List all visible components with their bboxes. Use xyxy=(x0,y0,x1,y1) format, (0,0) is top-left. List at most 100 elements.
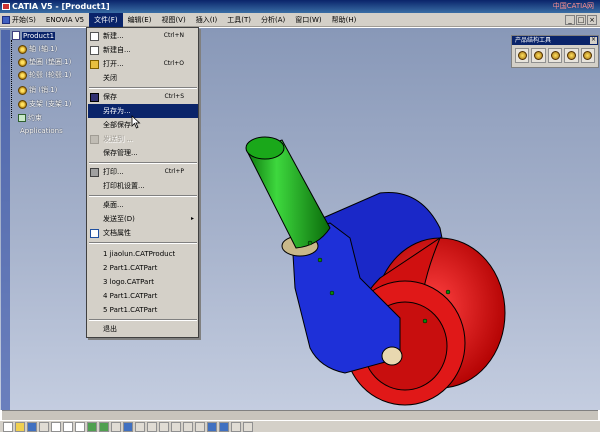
maximize-button[interactable]: □ xyxy=(576,15,586,25)
menu-tools[interactable]: 工具(T) xyxy=(222,13,256,27)
menu-item-save-management[interactable]: 保存管理... xyxy=(88,146,198,160)
menu-view[interactable]: 视图(V) xyxy=(156,13,190,27)
menu-item-close[interactable]: 关闭 xyxy=(88,71,198,85)
new-document-icon[interactable] xyxy=(3,422,13,432)
menu-item-recent-3[interactable]: 3 logo.CATPart xyxy=(88,275,198,289)
pin-part xyxy=(381,346,403,366)
menu-separator xyxy=(89,242,197,244)
gear-icon xyxy=(18,99,27,109)
menu-item-save[interactable]: 保存 Ctrl+S xyxy=(88,90,198,104)
tree-node-constraints[interactable]: 约束 xyxy=(18,113,42,123)
tree-node-label: 轴 (轴.1) xyxy=(29,45,58,53)
file-menu-dropdown: 新建... Ctrl+N 新建自... 打开... Ctrl+O 关闭 保存 Ctrl… xyxy=(86,27,199,338)
insert-component-icon[interactable] xyxy=(515,48,530,63)
menu-item-save-all[interactable]: 全部保存 xyxy=(88,118,198,132)
copy-icon[interactable] xyxy=(63,422,73,432)
menu-item-recent-5[interactable]: 5 Part1.CATPart xyxy=(88,303,198,317)
send-icon xyxy=(90,135,99,144)
undo-icon[interactable] xyxy=(87,422,97,432)
product-structure-toolbar: 产品结构工具 × xyxy=(511,35,599,68)
tree-root[interactable]: Product1 xyxy=(12,31,56,40)
menu-file[interactable]: 文件(F) xyxy=(89,12,123,27)
horizontal-scrollbar[interactable] xyxy=(2,410,598,420)
minimize-button[interactable]: _ xyxy=(565,15,575,25)
menu-item-recent-2[interactable]: 2 Part1.CATPart xyxy=(88,261,198,275)
iso-view-icon[interactable] xyxy=(207,422,217,432)
pan-icon[interactable] xyxy=(147,422,157,432)
submenu-arrow-icon: ▸ xyxy=(190,215,194,222)
tree-node-applications[interactable]: Applications xyxy=(20,127,63,135)
tree-node-label: 支架 (支架.1) xyxy=(29,100,72,108)
fit-all-icon[interactable] xyxy=(135,422,145,432)
menu-item-new-from[interactable]: 新建自... xyxy=(88,43,198,57)
fly-mode-icon[interactable] xyxy=(123,422,133,432)
bottom-toolbar xyxy=(0,420,600,432)
start-icon xyxy=(2,15,10,24)
menu-separator xyxy=(89,319,197,321)
replace-component-icon[interactable] xyxy=(564,48,579,63)
mouse-cursor-icon xyxy=(131,115,141,129)
menu-edit[interactable]: 编辑(E) xyxy=(123,13,157,27)
new-from-icon xyxy=(90,46,99,55)
menu-help[interactable]: 帮助(H) xyxy=(327,13,362,27)
menu-bar: 开始(S) ENOVIA V5 文件(F) 编辑(E) 视图(V) 插入(I) … xyxy=(0,12,600,27)
tree-node-hub[interactable]: 轮毂 (轮毂.1) xyxy=(18,70,71,80)
menu-enovia[interactable]: ENOVIA V5 xyxy=(41,13,89,27)
menu-insert[interactable]: 插入(I) xyxy=(191,13,223,27)
menu-item-document-properties[interactable]: 文档属性 xyxy=(88,226,198,240)
tree-node-shaft[interactable]: 轴 (轴.1) xyxy=(18,44,57,54)
paste-icon[interactable] xyxy=(75,422,85,432)
menu-item-new[interactable]: 新建... Ctrl+N xyxy=(88,29,198,43)
hide-show-icon[interactable] xyxy=(231,422,241,432)
menu-item-save-as[interactable]: 另存为... xyxy=(88,104,198,118)
tree-node-washer[interactable]: 垫圈 (垫圈.1) xyxy=(18,57,71,67)
print-icon[interactable] xyxy=(39,422,49,432)
open-folder-icon xyxy=(90,60,99,69)
zoom-out-icon[interactable] xyxy=(183,422,193,432)
whats-this-icon[interactable] xyxy=(111,422,121,432)
cut-icon[interactable] xyxy=(51,422,61,432)
gear-icon xyxy=(18,44,27,54)
menu-separator xyxy=(89,87,197,89)
constraints-icon xyxy=(18,114,26,122)
gear-icon xyxy=(18,57,27,67)
menu-item-send-to[interactable]: 发送至(D) ▸ xyxy=(88,212,198,226)
shading-icon[interactable] xyxy=(219,422,229,432)
catia-app-icon xyxy=(2,3,10,10)
zoom-in-icon[interactable] xyxy=(171,422,181,432)
redo-icon[interactable] xyxy=(99,422,109,432)
graph-tree-icon[interactable] xyxy=(580,48,596,63)
menu-separator xyxy=(89,195,197,197)
menu-analysis[interactable]: 分析(A) xyxy=(256,13,290,27)
menu-window[interactable]: 窗口(W) xyxy=(290,13,326,27)
menu-item-print[interactable]: 打印... Ctrl+P xyxy=(88,165,198,179)
menu-separator xyxy=(89,162,197,164)
tree-connector-line xyxy=(11,40,12,118)
tree-node-bracket[interactable]: 支架 (支架.1) xyxy=(18,99,71,109)
tree-node-label: 销 (销.1) xyxy=(29,86,58,94)
save-icon[interactable] xyxy=(27,422,37,432)
watermark-text: 中国CATIA网 xyxy=(552,2,594,10)
normal-view-icon[interactable] xyxy=(195,422,205,432)
menu-item-recent-4[interactable]: 4 Part1.CATPart xyxy=(88,289,198,303)
menu-item-desk[interactable]: 桌面... xyxy=(88,198,198,212)
rotate-icon[interactable] xyxy=(159,422,169,432)
swap-space-icon[interactable] xyxy=(243,422,253,432)
toolbar-close-icon[interactable]: × xyxy=(590,37,597,44)
save-icon xyxy=(90,93,99,102)
product-icon xyxy=(12,31,20,40)
properties-icon xyxy=(90,229,99,238)
insert-product-icon[interactable] xyxy=(531,48,546,63)
open-folder-icon[interactable] xyxy=(15,422,25,432)
close-button[interactable]: × xyxy=(587,15,597,25)
menu-item-printer-setup[interactable]: 打印机设置... xyxy=(88,179,198,193)
tree-node-pin[interactable]: 销 (销.1) xyxy=(18,85,57,95)
insert-part-icon[interactable] xyxy=(547,48,563,63)
menu-item-open[interactable]: 打开... Ctrl+O xyxy=(88,57,198,71)
menu-start[interactable]: 开始(S) xyxy=(0,13,41,27)
tree-root-label: Product1 xyxy=(22,31,56,40)
menu-item-exit[interactable]: 退出 xyxy=(88,322,198,336)
title-bar: CATIA V5 - [Product1] 中国CATIA网 xyxy=(0,0,600,13)
menu-item-recent-1[interactable]: 1 jiaolun.CATProduct xyxy=(88,247,198,261)
toolbar-title-bar[interactable]: 产品结构工具 × xyxy=(512,36,598,45)
